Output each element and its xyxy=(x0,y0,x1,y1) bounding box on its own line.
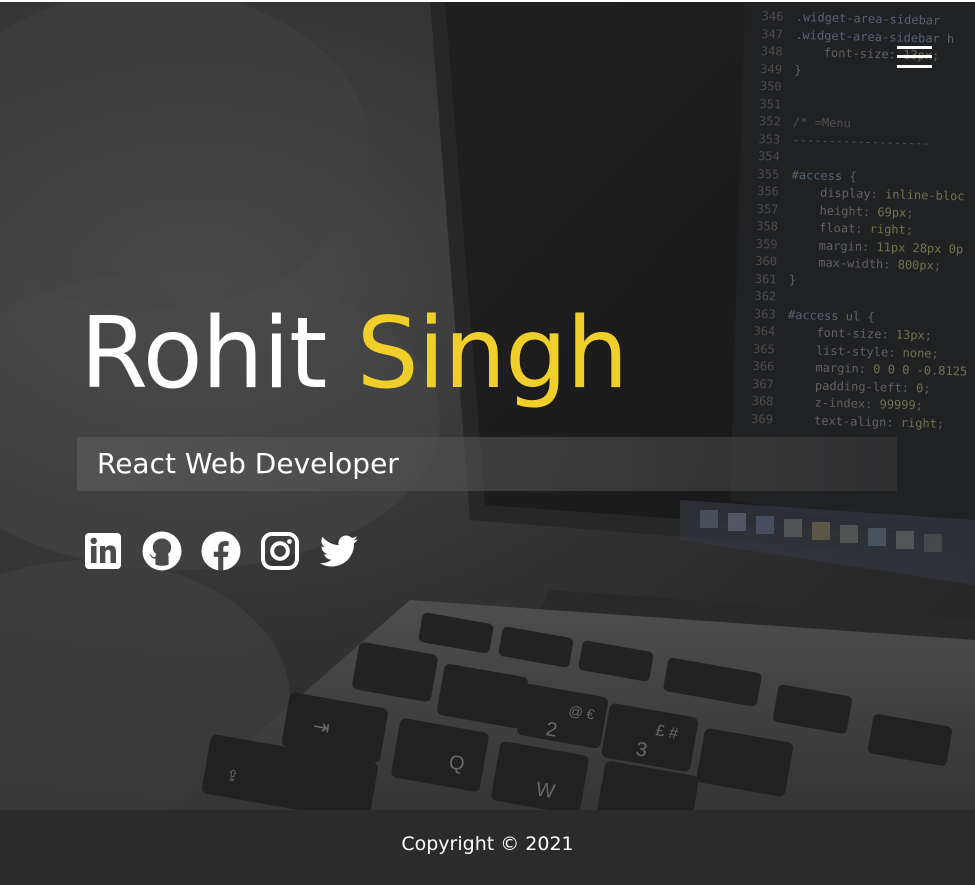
hero-section: ⇥ Q 2 3 @ € £ # W ⇪ 346 .widget-area-side… xyxy=(0,0,975,810)
role-title: React Web Developer xyxy=(97,447,399,480)
portfolio-page: ⇥ Q 2 3 @ € £ # W ⇪ 346 .widget-area-side… xyxy=(0,0,975,885)
last-name: Singh xyxy=(356,297,629,411)
top-border xyxy=(0,0,975,2)
social-links xyxy=(82,529,377,573)
linkedin-icon[interactable] xyxy=(82,530,124,572)
hamburger-menu-icon[interactable] xyxy=(893,42,933,74)
facebook-icon[interactable] xyxy=(200,530,242,572)
first-name: Rohit xyxy=(80,297,327,411)
copyright-text: Copyright © 2021 xyxy=(401,833,574,855)
instagram-icon[interactable] xyxy=(259,530,301,572)
hero-name: Rohit Singh xyxy=(80,284,629,424)
menu-bar-top xyxy=(897,46,932,49)
menu-bar-bottom xyxy=(897,65,932,68)
menu-bar-middle xyxy=(897,55,932,58)
role-banner: React Web Developer xyxy=(77,437,897,491)
twitter-icon[interactable] xyxy=(318,530,360,572)
footer: Copyright © 2021 xyxy=(0,810,975,885)
github-icon[interactable] xyxy=(141,530,183,572)
